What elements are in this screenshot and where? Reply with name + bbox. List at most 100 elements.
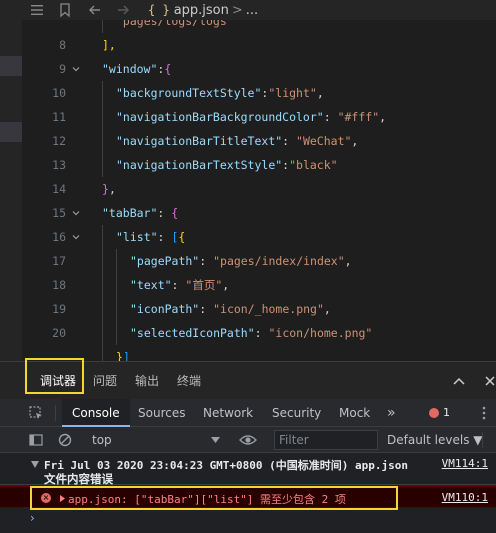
tab-output[interactable]: 输出 [135,362,159,400]
toolbar-divider [482,432,483,448]
code-line[interactable]: 18 "text": "首页", [22,273,496,297]
code-line[interactable]: "pages/logs/logs" [22,20,496,33]
tab-network[interactable]: Network [203,399,253,427]
code-line[interactable]: 11 "navigationBarBackgroundColor": "#fff"… [22,105,496,129]
bookmark-icon[interactable] [56,1,74,19]
line-number: 8 [59,38,66,52]
more-tabs-button[interactable]: » [387,399,396,427]
menu-icon[interactable] [28,1,46,19]
sidebar-toggle-icon[interactable] [28,432,44,448]
dropdown-arrow-icon[interactable] [211,437,220,443]
tab-security[interactable]: Security [272,399,321,427]
tab-mock[interactable]: Mock [339,399,370,427]
error-source-link[interactable]: VM110:1 [442,491,488,504]
chevron-up-icon[interactable] [452,375,466,387]
line-number: 9 [59,62,66,76]
code-token: "selectedIconPath" [130,326,255,340]
code-line[interactable]: 12 "navigationBarTitleText": "WeChat", [22,129,496,153]
code-token: : [171,278,186,292]
code-text: "navigationBarTextStyle":"black" [116,153,338,177]
code-token: , [344,254,352,268]
code-line[interactable]: 19 "iconPath": "icon/_home.png", [22,297,496,321]
tab-sources[interactable]: Sources [138,399,185,427]
code-line[interactable]: 13 "navigationBarTextStyle":"black" [22,153,496,177]
eye-icon[interactable] [239,433,257,447]
file-tree-row[interactable] [0,122,22,142]
indent-guide [102,297,103,321]
breadcrumb-rest[interactable]: ... [246,3,258,18]
code-line[interactable]: 15 "tabBar": { [22,201,496,225]
code-token: "pagePath" [130,254,200,268]
code-line[interactable]: 10 "backgroundTextStyle":"light", [22,81,496,105]
code-line[interactable]: 16 "list": [{ [22,225,496,249]
forward-arrow-icon[interactable] [114,1,132,19]
code-token: { [164,62,172,76]
line-number: 15 [52,206,66,220]
fold-chevron-icon[interactable] [72,209,80,217]
source-link[interactable]: VM114:1 [442,457,488,470]
indent-guide [116,321,117,345]
code-line[interactable]: }] [22,345,496,361]
context-selector[interactable]: top [92,427,112,453]
code-line[interactable]: 9 "window":{ [22,57,496,81]
fold-chevron-icon[interactable] [72,65,80,73]
devtools-tab-bar: Console Sources Network Security Mock » … [0,399,496,427]
code-line[interactable]: 17 "pagePath": "pages/index/index", [22,249,496,273]
console-toolbar: top Default levels ▼ [0,427,496,453]
console-group[interactable]: Fri Jul 03 2020 23:04:23 GMT+0800 (中国标准时… [0,453,496,486]
indent-guide [102,153,103,177]
console-output: Fri Jul 03 2020 23:04:23 GMT+0800 (中国标准时… [0,453,496,533]
code-token: "navigationBarTitleText" [116,134,283,148]
tab-console[interactable]: Console [62,399,130,427]
indent-guide [102,105,103,129]
line-number: 13 [52,158,66,172]
line-number: 10 [52,86,66,100]
file-tree-row[interactable] [0,56,22,76]
filter-input[interactable] [274,430,378,450]
console-prompt[interactable]: › [30,511,35,525]
code-text: }, [102,177,116,201]
log-levels-dropdown[interactable]: Default levels ▼ [387,427,483,453]
highlight-box [25,358,84,394]
line-number: 12 [52,134,66,148]
line-number: 19 [52,302,66,316]
code-text: "navigationBarBackgroundColor": "#fff", [116,105,386,129]
code-token: "pages/logs/logs" [116,20,234,28]
breadcrumb-file[interactable]: app.json [174,3,229,18]
fold-chevron-icon[interactable] [72,233,80,241]
indent-guide [102,20,103,33]
tab-terminal[interactable]: 终端 [177,362,201,400]
code-editor[interactable]: "pages/logs/logs" 8], 9 "window":{10 "backgr… [22,20,496,361]
breadcrumb[interactable]: { } app.json >... [148,0,258,20]
breadcrumb-bar: { } app.json >... [0,0,496,20]
code-token: } [102,182,109,196]
kebab-menu-icon[interactable] [482,406,486,420]
code-token: ], [102,38,116,52]
code-line[interactable]: 14}, [22,177,496,201]
indent-guide [102,273,103,297]
code-text: }] [116,345,130,361]
line-number: 11 [52,110,66,124]
line-number: 17 [52,254,66,268]
code-text: "selectedIconPath": "icon/home.png" [130,321,372,345]
indent-guide [102,81,103,105]
inspect-element-icon[interactable] [28,405,44,421]
code-line[interactable]: 20 "selectedIconPath": "icon/home.png" [22,321,496,345]
close-icon[interactable] [484,375,496,387]
tab-problems[interactable]: 问题 [93,362,117,400]
back-arrow-icon[interactable] [86,1,104,19]
code-token: : [199,302,214,316]
breadcrumb-separator: > [231,3,243,18]
code-text: "navigationBarTitleText": "WeChat", [116,129,358,153]
clear-console-icon[interactable] [57,432,73,448]
expand-triangle-icon[interactable] [31,461,39,468]
error-count[interactable]: 1 [443,399,450,427]
indent-guide [102,249,103,273]
code-token: ] [122,350,130,361]
code-token: , [316,86,324,100]
code-token: : [157,230,172,244]
code-text: "list": [{ [116,225,185,249]
code-line[interactable]: 8], [22,33,496,57]
indent-guide [116,297,117,321]
indent-guide [116,249,117,273]
